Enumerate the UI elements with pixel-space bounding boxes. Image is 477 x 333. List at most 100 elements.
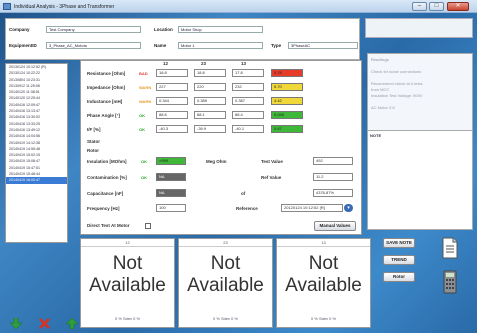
contamination-status: OK [141, 175, 147, 180]
frequency-field[interactable]: 100 [156, 204, 186, 212]
calculator-icon[interactable] [443, 270, 457, 294]
contamination-label: Contamination [%] [87, 175, 127, 180]
close-button[interactable]: ✕ [447, 2, 469, 11]
test-value-label: Test Value [261, 159, 283, 164]
insulation-status: OK [141, 159, 147, 164]
row-label: Phase Angle [°] [87, 113, 120, 118]
ref-value-field[interactable]: 11.2 [313, 173, 353, 181]
row-status: OK [139, 127, 145, 132]
arrow-up-icon[interactable] [66, 318, 78, 329]
manual-values-button[interactable]: Manual Values [314, 221, 356, 231]
row-indicator: 0.046 [271, 111, 303, 119]
of-label: of [241, 191, 246, 196]
row-value[interactable]: 0.387 [232, 97, 264, 105]
row-value[interactable]: 18.8 [194, 69, 226, 77]
type-field[interactable]: 3PhaseAC [288, 42, 358, 49]
rotor-button[interactable]: Rotor [383, 272, 415, 282]
row-value[interactable]: 227 [156, 83, 188, 91]
reference-select[interactable]: 20120124 10:12:52 (R) [281, 204, 343, 212]
name-label: Name [154, 43, 167, 48]
row-value[interactable]: 18.8 [156, 69, 188, 77]
equipment-field[interactable]: 3_Phase_AC_Motors [46, 42, 141, 49]
readings-panel: Readings Check for loose connections Rec… [367, 53, 473, 133]
row-value[interactable]: 220 [194, 83, 226, 91]
row-status: OK [139, 113, 145, 118]
card-available-label: Available [285, 275, 362, 296]
row-value[interactable]: 88.6 [156, 111, 188, 119]
card-header: 23 [179, 239, 272, 247]
row-status: WARN [139, 99, 152, 104]
row-value[interactable]: 88.1 [194, 111, 226, 119]
company-label: Company [9, 27, 30, 32]
type-label: Type [271, 43, 282, 48]
test-value-field[interactable]: 492 [313, 157, 353, 165]
col-header-13: 13 [241, 61, 247, 66]
info-line-5: AC Motor 3-K [371, 105, 396, 110]
ref-value-label: Ref Value [261, 175, 282, 180]
equipment-label: EquipmentID [9, 43, 37, 48]
note-textarea[interactable]: NOTE [367, 130, 473, 230]
insulation-value: >999 [156, 157, 186, 165]
measurement-panel: 12 23 13 Resistance [Ohm] BAD 18.8 18.8 17.8… [80, 60, 362, 235]
info-line-1: Check for loose connections [371, 69, 422, 74]
minimize-button[interactable]: – [412, 2, 427, 11]
frequency-label: Frequency [Hz] [87, 206, 120, 211]
status-box [365, 18, 473, 38]
maximize-button[interactable]: □ [429, 2, 444, 11]
row-value[interactable]: 88.4 [232, 111, 264, 119]
company-field[interactable]: Test Company [46, 26, 141, 33]
direct-test-label: Direct Test At Motor [87, 223, 130, 228]
row-label: Inductance [mH] [87, 99, 123, 104]
rotor-label: Rotor [87, 148, 99, 153]
row-indicator: 0.78 [271, 69, 303, 77]
card-header: 12 [81, 239, 174, 247]
card-not-label: Not [210, 253, 241, 274]
insulation-label: Insulation [MOhm] [87, 159, 127, 164]
stator-label: Stator [87, 139, 101, 144]
card-available-label: Available [187, 275, 264, 296]
row-status: BAD [139, 71, 148, 76]
header-panel: Company Test Company Location Motor Shop… [5, 18, 360, 60]
location-field[interactable]: Motor Shop [178, 26, 263, 33]
title-bar: Individual Analysis - 3Phase and Transfo… [0, 0, 477, 13]
test-list-item[interactable]: 20140419 16:00:47 [6, 177, 67, 184]
row-indicator: 0.67 [271, 125, 303, 133]
test-list[interactable]: 20130124 10:12:52 (R) 20130124 10:22:22 20… [5, 63, 68, 243]
card-footer: 0 % Sdev 0 % [212, 316, 239, 321]
row-label: I/F [%] [87, 127, 101, 132]
direct-test-checkbox[interactable] [145, 223, 151, 229]
card-not-label: Not [112, 253, 143, 274]
card-12: 12 Not Available 0 % Sdev 0 % [80, 238, 175, 328]
row-label: Resistance [Ohm] [87, 71, 126, 76]
card-not-label: Not [308, 253, 339, 274]
row-value[interactable]: 232 [232, 83, 264, 91]
row-value[interactable]: 0.344 [156, 97, 188, 105]
trend-button[interactable]: TREND [383, 255, 415, 265]
save-note-button[interactable]: SAVE NOTE [383, 238, 415, 248]
row-indicator: 5.70 [271, 83, 303, 91]
card-13: 13 Not Available 0 % Sdev 0 % [276, 238, 371, 328]
app-icon [3, 3, 11, 10]
row-value[interactable]: -39.9 [194, 125, 226, 133]
row-value[interactable]: -40.1 [232, 125, 264, 133]
note-label: NOTE [370, 133, 382, 138]
document-icon[interactable] [442, 237, 458, 259]
card-footer: 0 % Sdev 0 % [310, 316, 337, 321]
row-value[interactable]: 17.8 [232, 69, 264, 77]
arrow-down-icon[interactable] [10, 318, 22, 329]
readings-header: Readings [371, 57, 390, 62]
col-header-12: 12 [163, 61, 169, 66]
card-available-label: Available [89, 275, 166, 296]
row-label: Impedance [Ohm] [87, 85, 126, 90]
delete-x-icon[interactable] [39, 318, 50, 329]
location-label: Location [154, 27, 173, 32]
row-value[interactable]: 0.389 [194, 97, 226, 105]
contamination-value: NA [156, 173, 186, 181]
name-field[interactable]: Motor 1 [178, 42, 263, 49]
info-line-4: Insulation Test Voltage: 500V [371, 93, 423, 98]
col-header-23: 23 [201, 61, 207, 66]
row-value[interactable]: -40.3 [156, 125, 188, 133]
capacitance-value: NA [156, 189, 186, 197]
card-footer: 0 % Sdev 0 % [114, 316, 141, 321]
reference-dropdown-icon[interactable]: ▾ [344, 204, 353, 212]
